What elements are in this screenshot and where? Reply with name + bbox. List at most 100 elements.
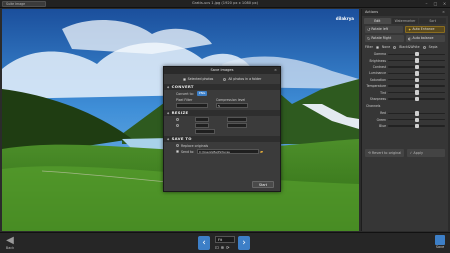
bottom-toolbar: ◀ Back ‹ Fit ⊡ ⊕ ⟳ › Save (0, 232, 450, 253)
save-icon (435, 235, 445, 245)
fit-icon[interactable]: ⊡ (215, 245, 219, 250)
title-bar: Suite Image Gratis-ucs 1.jpg (1920 px x … (0, 0, 450, 8)
convert-options-fields: 5 (164, 102, 280, 108)
slider-track[interactable] (388, 111, 445, 116)
slider-knob[interactable] (414, 83, 419, 89)
close-button[interactable]: × (442, 1, 447, 6)
filter-sepia-radio[interactable] (422, 45, 426, 49)
rotate-left-icon: ↺ (367, 27, 371, 32)
slider-track[interactable] (388, 96, 445, 102)
all-photos-radio[interactable] (223, 77, 227, 81)
rotate-icon[interactable]: ⟳ (226, 245, 230, 250)
slider-label: Tint (380, 90, 386, 95)
channel-sliders: Red Green Blue (362, 108, 448, 129)
filter-bw-label: Black&White (399, 45, 420, 49)
collapse-icon: ◆ (167, 137, 170, 141)
all-photos-option[interactable]: All photos in a folder (223, 77, 261, 81)
slider-track[interactable] (388, 71, 445, 76)
slider-label: Contrast (372, 64, 386, 69)
slider-knob[interactable] (414, 58, 419, 63)
slider-label: Saturation (369, 77, 386, 82)
tab-watermarker[interactable]: Watermarker (391, 18, 419, 24)
resize-height-field[interactable] (195, 123, 209, 128)
auto-balance-button[interactable]: ◐ Auto balance (406, 35, 445, 42)
panel-close-icon[interactable]: × (442, 9, 445, 16)
rotate-left-button[interactable]: ↺ Rotate left (365, 26, 403, 33)
slider-label: Blue (379, 124, 386, 129)
compression-field[interactable]: 5 (216, 103, 248, 108)
filter-bw-radio[interactable] (393, 45, 397, 49)
slider-track[interactable] (388, 90, 445, 95)
previous-image-button[interactable]: ‹ (198, 236, 210, 250)
slider-knob[interactable] (414, 111, 419, 116)
slider-track[interactable] (388, 123, 445, 129)
slider-knob[interactable] (414, 117, 419, 122)
chevron-right-icon: › (242, 238, 246, 248)
slider-knob[interactable] (414, 52, 419, 57)
dialog-title: Save images (210, 68, 234, 72)
resize-unit-field[interactable] (227, 123, 247, 128)
slider-knob[interactable] (414, 90, 419, 95)
convert-heading: CONVERT (171, 84, 194, 89)
slider-knob[interactable] (414, 96, 419, 102)
pixel-filter-label: Pixel Filter (176, 97, 193, 102)
slider-label: Sharpness (369, 96, 386, 101)
window-title: Gratis-ucs 1.jpg (1920 px x 1080 px) (191, 1, 259, 5)
filter-label: Filter (365, 45, 373, 49)
actions-panel: Actions × Edit Watermarker Sort ↺ Rotate… (361, 9, 448, 231)
pixel-filter-select[interactable] (176, 103, 208, 108)
apply-button[interactable]: ✓ Apply (406, 149, 445, 157)
revert-label: Revert to original (371, 151, 402, 155)
slider-label: Green (376, 117, 386, 122)
slider-track[interactable] (388, 64, 445, 70)
tab-edit[interactable]: Edit (364, 18, 391, 24)
slider-label: Brightness (369, 58, 386, 63)
panel-tabs: Edit Watermarker Sort (362, 16, 448, 24)
slider-track[interactable] (388, 77, 445, 82)
format-select[interactable]: PNG (196, 91, 208, 96)
save-button[interactable]: Save (433, 235, 447, 252)
auto-balance-label: Auto balance (412, 36, 434, 40)
send-to-path-field[interactable]: C:\Users\Me\Pictures (197, 149, 259, 154)
folder-icon[interactable]: ▰ (260, 149, 263, 154)
panel-title: Actions × (362, 9, 448, 16)
revert-button[interactable]: ⟲ Revert to original (365, 149, 404, 157)
compression-label: Compression level (216, 97, 246, 102)
slider-knob[interactable] (414, 123, 419, 129)
slider-knob[interactable] (414, 71, 419, 76)
zoom-icon[interactable]: ⊕ (221, 245, 225, 250)
selected-photos-radio[interactable] (182, 77, 186, 81)
collapse-icon: ◆ (167, 111, 170, 115)
start-button[interactable]: Start (252, 181, 274, 188)
rotate-right-label: Rotate Right (371, 36, 392, 40)
minimize-button[interactable]: – (424, 1, 429, 6)
rotate-right-button[interactable]: ↻ Rotate Right (365, 35, 404, 42)
view-icons: ⊡ ⊕ ⟳ (215, 245, 235, 250)
next-image-button[interactable]: › (238, 236, 250, 250)
maximize-button[interactable]: □ (433, 1, 438, 6)
slider-track[interactable] (388, 58, 445, 63)
back-button[interactable]: ◀ Back (2, 235, 18, 252)
adjust-sliders: Gamma Brightness Contrast Luminance Satu… (362, 49, 448, 102)
resize-option-radio[interactable] (176, 118, 179, 121)
convert-to-label: Convert to: (176, 91, 194, 96)
selected-photos-option[interactable]: Selected photos (182, 77, 213, 81)
auto-enhance-button[interactable]: ✦ Auto Enhance (405, 26, 445, 33)
resize-mode-field[interactable] (227, 117, 247, 122)
slider-knob[interactable] (414, 64, 419, 70)
slider-track[interactable] (388, 52, 445, 57)
slider-knob[interactable] (414, 77, 419, 82)
replace-originals-radio[interactable] (176, 144, 179, 147)
slider-track[interactable] (388, 117, 445, 122)
slider-blue: Blue (365, 123, 445, 129)
tab-sort[interactable]: Sort (419, 18, 447, 24)
slider-track[interactable] (388, 83, 445, 89)
resize-heading: RESIZE (171, 110, 189, 115)
filter-none-radio[interactable] (375, 45, 379, 49)
dialog-close-icon[interactable]: × (274, 67, 277, 74)
zoom-field[interactable]: Fit (215, 236, 235, 243)
resize-option-radio[interactable] (176, 124, 179, 127)
resize-percent-field[interactable] (195, 129, 215, 134)
send-to-radio[interactable] (176, 150, 179, 153)
resize-width-field[interactable] (195, 117, 209, 122)
